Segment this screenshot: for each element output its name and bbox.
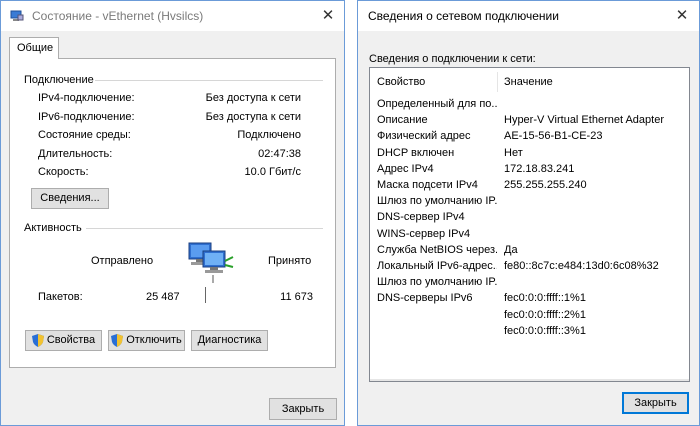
duration-label: Длительность: xyxy=(38,148,113,160)
network-adapter-icon xyxy=(10,10,24,21)
packets-label: Пакетов: xyxy=(38,291,83,303)
detail-value[interactable]: AE-15-56-B1-CE-23 xyxy=(504,130,602,142)
detail-property[interactable]: Локальный IPv6-адрес... xyxy=(377,260,497,272)
duration-value: 02:47:38 xyxy=(258,148,301,160)
detail-value[interactable]: fec0:0:0:ffff::2%1 xyxy=(504,309,586,321)
tab-panel: Подключение IPv4-подключение: Без доступ… xyxy=(9,58,336,368)
window-title: Состояние - vEthernet (Hvsilcs) xyxy=(32,9,204,23)
packets-received-value: 11 673 xyxy=(280,291,313,303)
activity-group-header: Активность xyxy=(24,222,82,234)
detail-value[interactable]: 255.255.255.240 xyxy=(504,179,587,191)
detail-property[interactable]: Служба NetBIOS через... xyxy=(377,244,497,256)
media-state-label: Состояние среды: xyxy=(38,129,131,141)
group-divider xyxy=(86,228,323,229)
detail-property[interactable]: WINS-сервер IPv4 xyxy=(377,228,497,240)
details-button[interactable]: Сведения... xyxy=(31,188,109,209)
details-subtitle: Сведения о подключении к сети: xyxy=(369,53,536,65)
detail-value[interactable]: fec0:0:0:ffff::1%1 xyxy=(504,292,586,304)
detail-property[interactable]: DNS-сервер IPv4 xyxy=(377,211,497,223)
detail-property[interactable]: Шлюз по умолчанию IP... xyxy=(377,276,497,288)
ipv6-value: Без доступа к сети xyxy=(205,111,301,123)
close-icon[interactable]: ✕ xyxy=(671,5,693,27)
properties-button[interactable]: Свойства xyxy=(25,330,102,351)
detail-value[interactable]: fec0:0:0:ffff::3%1 xyxy=(504,325,586,337)
details-title-bar[interactable]: Сведения о сетевом подключении ✕ xyxy=(358,1,699,31)
detail-property[interactable]: Определенный для по... xyxy=(377,98,497,110)
detail-property[interactable]: DNS-серверы IPv6 xyxy=(377,292,497,304)
packets-sent-value: 25 487 xyxy=(146,291,180,303)
detail-value[interactable]: 172.18.83.241 xyxy=(504,163,574,175)
detail-value[interactable]: fe80::8c7c:e484:13d0:6c08%32 xyxy=(504,260,659,272)
horizontal-scrollbar[interactable] xyxy=(370,379,689,381)
close-button[interactable]: Закрыть xyxy=(269,398,337,420)
diagnose-button[interactable]: Диагностика xyxy=(191,330,268,351)
detail-property[interactable]: DHCP включен xyxy=(377,147,497,159)
status-title-bar[interactable]: Состояние - vEthernet (Hvsilcs) ✕ xyxy=(1,1,344,31)
disable-label: Отключить xyxy=(126,334,182,346)
column-divider[interactable] xyxy=(497,72,498,92)
tab-label: Общие xyxy=(17,42,54,54)
ipv4-value: Без доступа к сети xyxy=(205,92,301,104)
window-title: Сведения о сетевом подключении xyxy=(368,9,559,23)
detail-value[interactable]: Hyper-V Virtual Ethernet Adapter xyxy=(504,114,664,126)
properties-label: Свойства xyxy=(46,334,96,346)
detail-value[interactable]: Нет xyxy=(504,147,523,159)
sent-label: Отправлено xyxy=(91,255,154,267)
detail-value[interactable]: Да xyxy=(504,244,518,256)
tab-general[interactable]: Общие xyxy=(9,37,59,59)
activity-divider xyxy=(205,287,206,303)
column-header-property[interactable]: Свойство xyxy=(377,76,425,88)
connection-group-header: Подключение xyxy=(24,74,94,86)
detail-property[interactable]: Шлюз по умолчанию IP... xyxy=(377,195,497,207)
ipv6-label: IPv6-подключение: xyxy=(38,111,135,123)
detail-property[interactable]: Адрес IPv4 xyxy=(377,163,497,175)
uac-shield-icon xyxy=(111,333,124,347)
speed-value: 10.0 Гбит/с xyxy=(244,166,301,178)
detail-property[interactable]: Маска подсети IPv4 xyxy=(377,179,497,191)
column-header-value[interactable]: Значение xyxy=(504,76,553,88)
received-label: Принято xyxy=(268,255,312,267)
detail-property[interactable]: Физический адрес xyxy=(377,130,497,142)
disable-button[interactable]: Отключить xyxy=(108,330,185,351)
close-button[interactable]: Закрыть xyxy=(622,392,689,414)
group-divider xyxy=(95,80,323,81)
uac-shield-icon xyxy=(31,333,44,347)
media-state-value: Подключено xyxy=(237,129,301,141)
details-window: Сведения о сетевом подключении ✕ Сведени… xyxy=(357,0,700,426)
close-icon[interactable]: ✕ xyxy=(317,5,339,27)
ipv4-label: IPv4-подключение: xyxy=(38,92,135,104)
details-list[interactable]: Свойство Значение Определенный для по...… xyxy=(369,67,690,382)
status-window: Состояние - vEthernet (Hvsilcs) ✕ Общие … xyxy=(0,0,345,426)
detail-property[interactable]: Описание xyxy=(377,114,497,126)
speed-label: Скорость: xyxy=(38,166,89,178)
network-computers-icon xyxy=(188,242,234,283)
